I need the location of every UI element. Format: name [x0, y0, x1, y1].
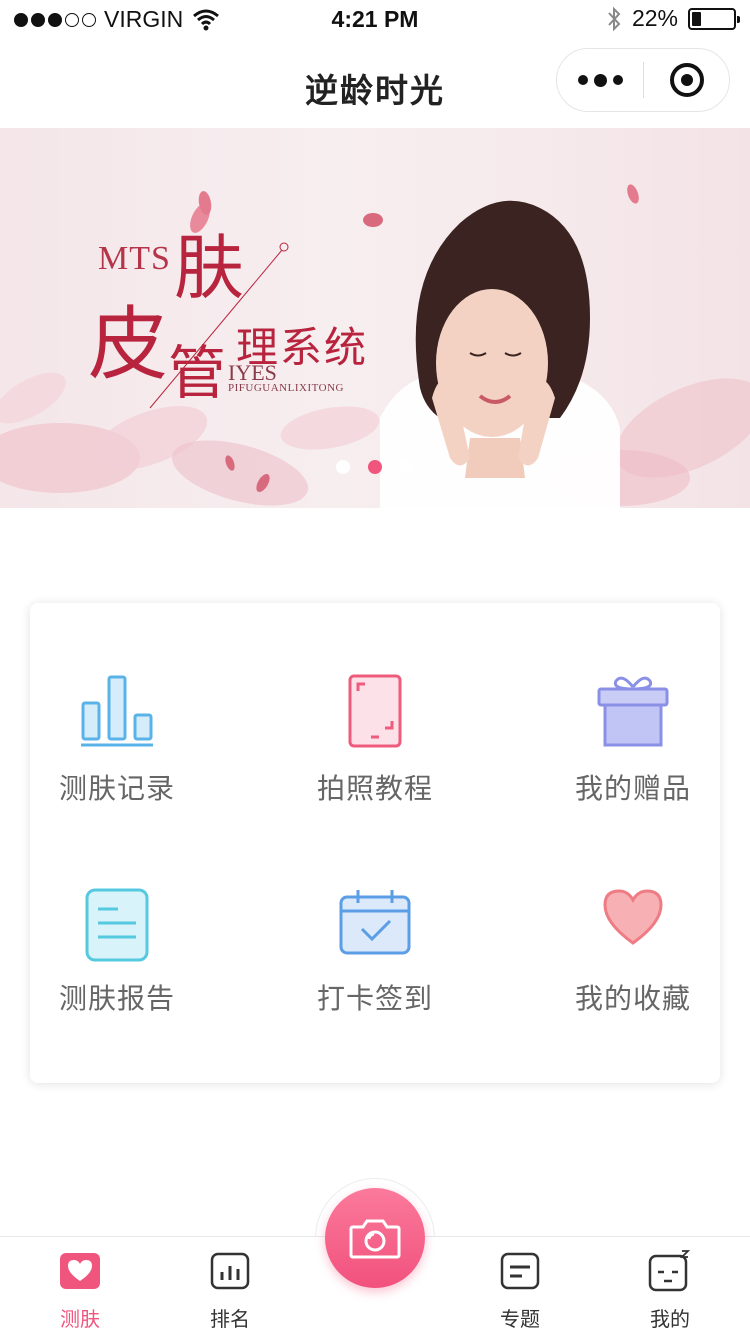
topic-icon [500, 1252, 540, 1290]
grid-item-skin-report[interactable]: 测肤报告 [2, 813, 232, 1023]
tab-label: 排名 [210, 1307, 250, 1331]
document-icon [85, 888, 149, 962]
grid-item-skin-records[interactable]: 测肤记录 [2, 603, 232, 813]
banner-pinyin-text: PIFUGUANLIXITONG [228, 382, 344, 394]
bar-chart-icon [81, 675, 153, 747]
grid-label: 拍照教程 [316, 772, 433, 805]
app-screen: VIRGIN 4:21 PM 22% 逆龄时光 MTS 肤 皮 管 理系统 IY… [0, 0, 750, 1334]
tab-label: 专题 [500, 1307, 540, 1331]
ranking-icon [210, 1252, 250, 1290]
battery-icon [688, 7, 740, 30]
camera-button[interactable] [325, 1188, 425, 1288]
grid-item-check-in[interactable]: 打卡签到 [260, 813, 490, 1023]
banner-fu-text: 肤 [174, 227, 244, 309]
banner-mts-text: MTS [98, 240, 171, 277]
more-dots-icon[interactable] [557, 49, 643, 111]
grid-label: 我的收藏 [574, 982, 691, 1015]
tab-ranking[interactable]: 排名 [170, 1251, 290, 1332]
tablet-icon [348, 674, 402, 748]
tab-label: 测肤 [60, 1307, 100, 1331]
tab-topics[interactable]: 专题 [460, 1251, 580, 1332]
target-icon [669, 63, 704, 97]
grid-label: 测肤报告 [58, 982, 175, 1015]
banner-pi-text: 皮 [88, 298, 168, 391]
feature-grid-card: 测肤记录 拍照教程 我的赠品 测肤报告 打卡签到 我的收藏 [30, 603, 720, 1083]
grid-item-my-favorites[interactable]: 我的收藏 [518, 813, 748, 1023]
battery-percent: 22% [631, 5, 678, 31]
navigation-bar: 逆龄时光 [0, 42, 750, 128]
grid-label: 测肤记录 [58, 772, 175, 805]
tab-skin-test[interactable]: 测肤 [20, 1251, 140, 1332]
promo-banner[interactable]: MTS 肤 皮 管 理系统 IYES PIFUGUANLIXITONG [0, 128, 750, 508]
pager-dot[interactable] [336, 460, 350, 474]
tab-profile[interactable]: 我的 [610, 1250, 730, 1332]
camera-icon [349, 1219, 401, 1259]
close-target-button[interactable] [644, 63, 729, 97]
status-bar: VIRGIN 4:21 PM 22% [0, 0, 750, 42]
grid-item-photo-tutorial[interactable]: 拍照教程 [260, 603, 490, 813]
pager-dot[interactable] [400, 460, 414, 474]
heart-icon [603, 889, 663, 945]
pager-dot-active[interactable] [368, 460, 382, 474]
bluetooth-icon [608, 6, 621, 31]
grid-label: 打卡签到 [316, 982, 433, 1015]
tab-label: 我的 [650, 1307, 690, 1331]
status-right: 22% [606, 5, 740, 32]
grid-item-my-gifts[interactable]: 我的赠品 [518, 603, 748, 813]
banner-pager [0, 460, 750, 474]
banner-guan-text: 管 [168, 339, 227, 407]
calendar-check-icon [339, 890, 411, 955]
heart-tab-icon [60, 1253, 100, 1289]
grid-label: 我的赠品 [574, 772, 691, 805]
gift-icon [597, 676, 669, 747]
mini-program-capsule [556, 48, 730, 112]
profile-face-icon [648, 1250, 691, 1292]
